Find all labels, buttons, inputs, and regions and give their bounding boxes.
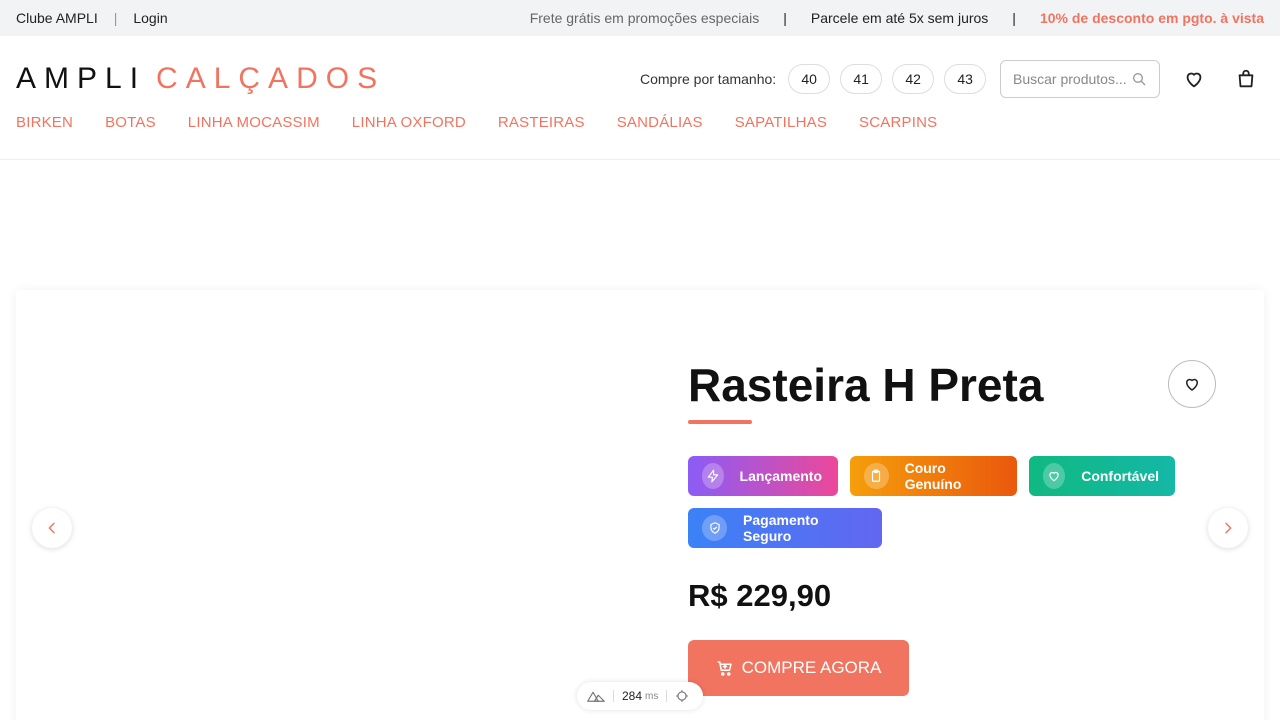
carousel-next-button[interactable] (1208, 508, 1248, 548)
size-button-40[interactable]: 40 (788, 64, 831, 94)
wishlist-heart-icon[interactable] (1183, 68, 1205, 90)
nav-item-scarpins[interactable]: SCARPINS (859, 114, 937, 131)
logo-part-calcados: CALÇADOS (156, 62, 386, 95)
lightning-icon (702, 463, 724, 489)
logo-part-ampli: AMPLI (16, 62, 147, 95)
chevron-left-icon (48, 522, 55, 534)
chevron-right-icon (1225, 522, 1232, 534)
size-button-43[interactable]: 43 (944, 64, 987, 94)
product-card (16, 290, 1264, 720)
top-bar-left: Clube AMPLI | Login (16, 10, 168, 26)
badge-pagamento-seguro: Pagamento Seguro (688, 508, 882, 548)
badge-label: Confortável (1081, 468, 1159, 484)
promo-divider: | (783, 10, 787, 26)
size-button-42[interactable]: 42 (892, 64, 935, 94)
shopping-bag-icon[interactable] (1235, 68, 1257, 90)
nuxt-logo-icon[interactable] (587, 690, 605, 702)
favorite-button[interactable] (1168, 360, 1216, 408)
nav-item-rasteiras[interactable]: RASTEIRAS (498, 114, 585, 131)
top-bar-promos: Frete grátis em promoções especiais | Pa… (530, 10, 1264, 26)
search-input[interactable] (1013, 71, 1131, 87)
dev-toolbar: 284 ms (577, 682, 703, 710)
promo-installments: Parcele em até 5x sem juros (810, 10, 989, 26)
nav-item-birken[interactable]: BIRKEN (16, 114, 73, 131)
buy-now-label: COMPRE AGORA (741, 658, 882, 677)
badge-label: Pagamento Seguro (743, 512, 819, 544)
site-header: AMPLI CALÇADOS Compre por tamanho: 40 41 … (0, 36, 1280, 160)
cart-icon (717, 661, 732, 676)
dev-toolbar-divider (613, 690, 614, 702)
badge-couro-genuino: Couro Genuíno (850, 456, 1017, 496)
badge-confortavel: Confortável (1029, 456, 1175, 496)
shield-icon (702, 515, 728, 541)
promo-divider: | (1012, 10, 1016, 26)
category-nav: BIRKEN BOTAS LINHA MOCASSIM LINHA OXFORD… (16, 114, 937, 131)
promo-free-shipping: Frete grátis em promoções especiais (529, 10, 760, 26)
clipboard-icon (864, 463, 889, 489)
top-bar: Clube AMPLI | Login Frete grátis em prom… (0, 0, 1280, 36)
size-button-41[interactable]: 41 (840, 64, 883, 94)
carousel-prev-button[interactable] (32, 508, 72, 548)
search-icon[interactable] (1131, 71, 1147, 87)
title-underline (688, 420, 752, 424)
promo-discount: 10% de desconto em pgto. à vista (1039, 10, 1264, 26)
product-title: Rasteira H Preta (688, 359, 1044, 411)
render-time-unit: ms (645, 690, 659, 702)
dev-toolbar-divider (666, 690, 668, 702)
size-selector: Compre por tamanho: 40 41 42 43 (640, 64, 987, 94)
crosshair-icon[interactable] (675, 689, 689, 703)
club-link[interactable]: Clube AMPLI (16, 10, 98, 26)
badge-lancamento: Lançamento (688, 456, 838, 496)
nav-item-linha-oxford[interactable]: LINHA OXFORD (352, 114, 466, 131)
nav-item-botas[interactable]: BOTAS (105, 114, 156, 131)
heart-icon (1186, 378, 1198, 391)
render-time: 284 (622, 689, 643, 703)
nav-item-linha-mocassim[interactable]: LINHA MOCASSIM (188, 114, 320, 131)
badge-label: Couro Genuíno (904, 460, 962, 492)
buy-now-button[interactable]: COMPRE AGORA (688, 640, 909, 696)
badge-label: Lançamento (739, 468, 822, 484)
top-bar-separator: | (113, 10, 118, 26)
size-selector-label: Compre por tamanho: (640, 71, 777, 87)
nav-item-sandalias[interactable]: SANDÁLIAS (617, 114, 703, 131)
product-price: R$ 229,90 (688, 578, 832, 613)
heart-icon (1043, 463, 1066, 489)
site-logo[interactable]: AMPLI CALÇADOS (16, 62, 385, 96)
search-box (1000, 60, 1160, 98)
nav-item-sapatilhas[interactable]: SAPATILHAS (735, 114, 827, 131)
login-link[interactable]: Login (133, 10, 167, 26)
